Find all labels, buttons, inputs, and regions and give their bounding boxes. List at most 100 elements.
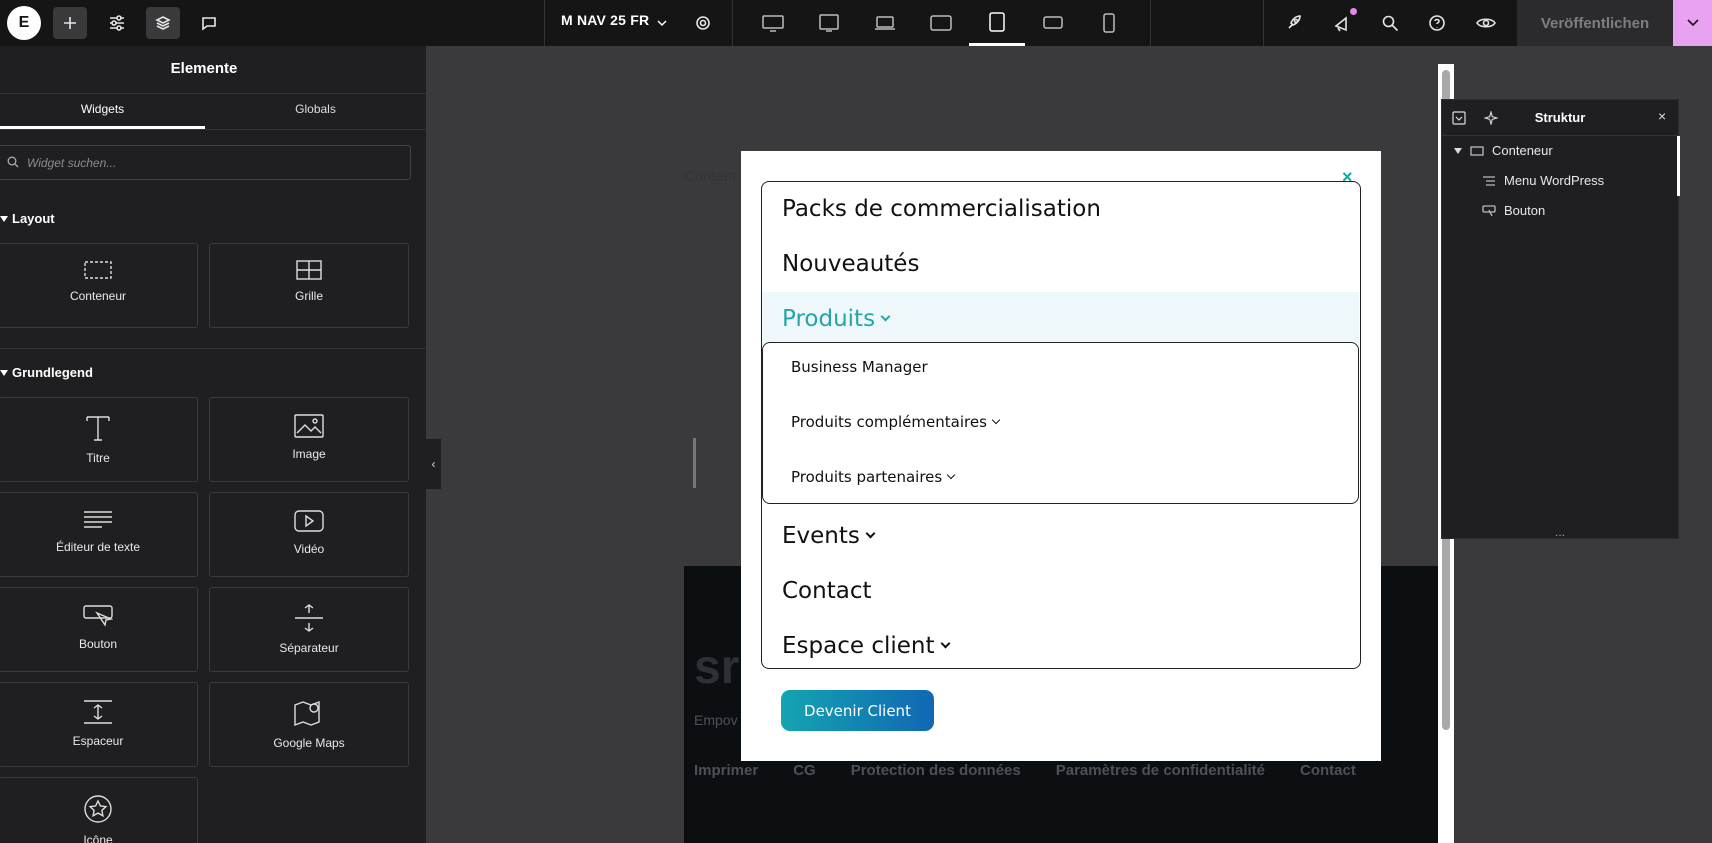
widget-image[interactable]: Image — [209, 397, 409, 482]
menu-item[interactable]: Events — [762, 509, 1359, 563]
footer-link[interactable]: Paramètres de confidentialité — [1056, 762, 1265, 779]
device-laptop[interactable] — [857, 0, 913, 46]
publish-button[interactable]: Veröffentlichen — [1517, 0, 1673, 46]
chevron-down-icon[interactable] — [656, 17, 668, 29]
mobile-landscape-icon — [1043, 16, 1063, 29]
video-icon — [294, 510, 324, 532]
top-bar: E M NAV 25 FR Veröffentlichen — [0, 0, 1712, 46]
widget-video[interactable]: Vidéo — [209, 492, 409, 577]
collapse-panel-button[interactable]: ‹ — [426, 439, 441, 489]
widget-label: Conteneur — [69, 289, 127, 303]
nav-menu-icon — [1483, 175, 1495, 186]
add-element-button[interactable] — [53, 7, 87, 39]
resize-handle[interactable]: ... — [1442, 526, 1678, 538]
widget-grid[interactable]: Grille — [209, 243, 409, 328]
menu-item[interactable]: Nouveautés — [762, 237, 1359, 291]
device-tablet-portrait[interactable] — [969, 0, 1025, 46]
widescreen-icon — [819, 14, 839, 32]
preview-button[interactable] — [1469, 7, 1503, 39]
widget-text-editor[interactable]: Éditeur de texte — [0, 492, 198, 577]
help-button[interactable] — [1420, 7, 1454, 39]
device-widescreen[interactable] — [801, 0, 857, 46]
widget-heading[interactable]: Titre — [0, 397, 198, 482]
widget-label: Éditeur de texte — [55, 540, 141, 554]
widget-container[interactable]: Conteneur — [0, 243, 198, 328]
widget-search-input[interactable] — [27, 155, 410, 170]
submenu-item[interactable]: Produits partenaires — [791, 468, 956, 486]
publish-options-button[interactable] — [1673, 0, 1712, 46]
submenu-item-label: Produits complémentaires — [791, 413, 987, 431]
comments-button[interactable] — [192, 7, 226, 39]
device-tablet-landscape[interactable] — [913, 0, 969, 46]
layers-icon — [155, 16, 171, 30]
page-settings-button[interactable] — [686, 7, 720, 39]
widget-spacer[interactable]: Espaceur — [0, 682, 198, 767]
button-icon — [83, 605, 113, 627]
widget-label: Espaceur — [72, 734, 124, 748]
footer-link[interactable]: Imprimer — [694, 762, 758, 779]
search-icon — [1382, 15, 1399, 32]
menu-item-active[interactable]: Produits — [762, 292, 1359, 346]
caret-down-icon — [0, 215, 8, 222]
close-icon[interactable]: × — [1658, 108, 1666, 124]
help-icon — [1429, 15, 1445, 31]
section-basic-header[interactable]: Grundlegend — [0, 365, 93, 380]
site-settings-button[interactable] — [100, 7, 134, 39]
widget-search[interactable] — [0, 145, 411, 180]
tab-globals[interactable]: Globals — [213, 102, 418, 116]
menu-item[interactable]: Contact — [762, 564, 1359, 618]
rocket-icon — [1288, 15, 1301, 29]
tree-item-button[interactable]: Bouton — [1482, 203, 1545, 218]
submenu-item[interactable]: Produits complémentaires — [791, 413, 1001, 431]
tree-item-label: Bouton — [1504, 203, 1546, 218]
notifications-icon — [1334, 16, 1347, 32]
container-icon — [84, 261, 112, 279]
become-client-button[interactable]: Devenir Client — [781, 690, 934, 731]
menu-item[interactable]: Packs de commercialisation — [762, 182, 1359, 236]
menu-item[interactable]: Espace client — [762, 619, 1359, 673]
divider — [1150, 0, 1151, 46]
widget-button[interactable]: Bouton — [0, 587, 198, 672]
footer-links: Imprimer CG Protection des données Param… — [694, 762, 1356, 779]
menu-item-label: Nouveautés — [782, 251, 920, 277]
widget-divider[interactable]: Séparateur — [209, 587, 409, 672]
section-layout-header[interactable]: Layout — [0, 211, 55, 226]
widget-label: Icône — [83, 833, 113, 843]
footer-brand: sr — [694, 641, 740, 694]
device-desktop[interactable] — [745, 0, 801, 46]
elementor-logo-icon[interactable]: E — [7, 6, 41, 40]
mobile-portrait-icon — [1103, 13, 1115, 33]
footer-link[interactable]: Protection des données — [851, 762, 1021, 779]
vertical-divider — [693, 438, 696, 488]
widget-icon[interactable]: Icône — [0, 777, 198, 843]
menu-item-label: Contact — [782, 578, 872, 604]
widget-label: Séparateur — [279, 641, 339, 655]
heading-icon — [86, 416, 110, 441]
spacer-icon — [84, 700, 112, 724]
launch-button[interactable] — [1277, 7, 1311, 39]
footer-link[interactable]: CG — [793, 762, 816, 779]
footer-tagline: Empov — [694, 712, 738, 728]
gear-icon — [696, 16, 710, 30]
widget-google-maps[interactable]: Google Maps — [209, 682, 409, 767]
tablet-landscape-icon — [930, 15, 952, 31]
page-name[interactable]: M NAV 25 FR — [561, 12, 649, 28]
tree-item-container[interactable]: Conteneur — [1454, 143, 1553, 158]
divider — [0, 129, 426, 130]
add-icon — [64, 17, 76, 29]
structure-button[interactable] — [146, 7, 180, 39]
submenu-item-label: Produits partenaires — [791, 468, 943, 486]
device-mobile-landscape[interactable] — [1025, 0, 1081, 46]
footer-link[interactable]: Contact — [1300, 762, 1356, 779]
submenu-item[interactable]: Business Manager — [791, 358, 928, 376]
settings-sliders-icon — [110, 15, 124, 31]
tab-widgets[interactable]: Widgets — [0, 102, 205, 116]
divider — [544, 0, 545, 46]
search-button[interactable] — [1373, 7, 1407, 39]
chevron-down-icon — [940, 638, 950, 648]
device-mobile-portrait[interactable] — [1081, 0, 1137, 46]
preview-eye-icon — [1476, 18, 1496, 28]
section-title: Grundlegend — [12, 365, 93, 380]
tree-item-nav-menu[interactable]: Menu WordPress — [1482, 173, 1604, 188]
chevron-down-icon — [991, 415, 1001, 425]
